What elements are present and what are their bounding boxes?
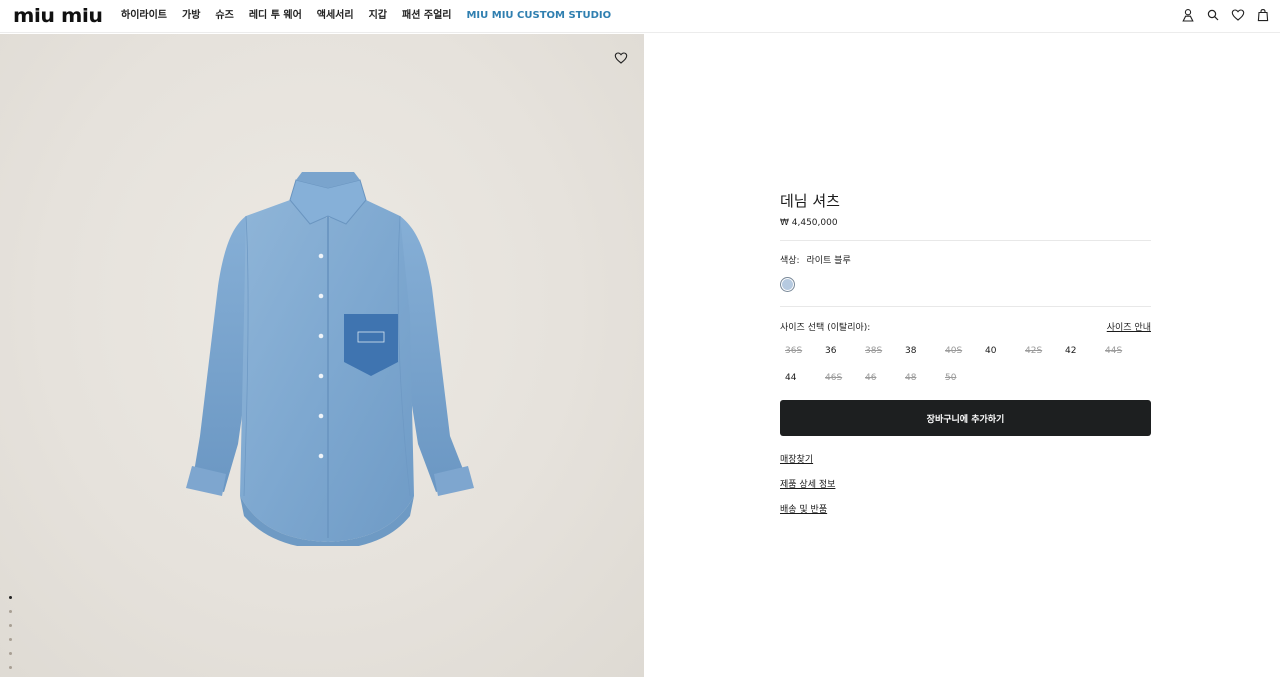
size-option[interactable]: 44S	[1100, 345, 1140, 357]
size-option[interactable]: 38S	[860, 345, 900, 357]
gallery-dot-3[interactable]	[9, 624, 12, 627]
gallery-dot-4[interactable]	[9, 638, 12, 641]
size-selector: 36S 36 38S 38 40S 40 42S 42 44S 44 46S 4…	[780, 345, 1151, 384]
color-row: 색상: 라이트 블루	[780, 255, 1151, 267]
size-header: 사이즈 선택 (이탈리아): 사이즈 안내	[780, 322, 1151, 334]
site-header: miu miu 하이라이트 가방 슈즈 레디 투 웨어 액세서리 지갑 패션 주…	[0, 0, 1280, 33]
color-value: 라이트 블루	[806, 256, 851, 266]
main-nav: 하이라이트 가방 슈즈 레디 투 웨어 액세서리 지갑 패션 주얼리 MIU M…	[121, 10, 626, 22]
product-title: 데님 셔츠	[780, 192, 840, 210]
add-to-cart-button[interactable]: 장바구니에 추가하기	[780, 400, 1151, 436]
size-option[interactable]: 36S	[780, 345, 820, 357]
nav-item-bags[interactable]: 가방	[182, 10, 200, 22]
size-option[interactable]: 36	[820, 345, 860, 357]
size-option[interactable]: 38	[900, 345, 940, 357]
size-option[interactable]: 40	[980, 345, 1020, 357]
size-option[interactable]: 42S	[1020, 345, 1060, 357]
size-option[interactable]: 40S	[940, 345, 980, 357]
nav-item-ready-to-wear[interactable]: 레디 투 웨어	[249, 10, 302, 22]
gallery-dot-2[interactable]	[9, 610, 12, 613]
gallery-dot-1[interactable]	[9, 596, 12, 599]
user-icon[interactable]	[1181, 8, 1195, 22]
nav-item-custom-studio[interactable]: MIU MIU CUSTOM STUDIO	[466, 10, 611, 22]
nav-item-shoes[interactable]: 슈즈	[215, 10, 233, 22]
heart-icon[interactable]	[1231, 8, 1245, 22]
size-option[interactable]: 48	[900, 372, 940, 384]
divider	[780, 306, 1151, 307]
gallery-pagination	[9, 596, 12, 669]
color-swatch-light-blue[interactable]	[780, 277, 795, 292]
brand-logo[interactable]: miu miu	[13, 7, 103, 26]
store-finder-link[interactable]: 매장찾기	[780, 454, 813, 466]
gallery-dot-5[interactable]	[9, 652, 12, 655]
size-option[interactable]: 42	[1060, 345, 1100, 357]
denim-shirt-image	[186, 172, 474, 546]
gallery-dot-6[interactable]	[9, 666, 12, 669]
divider	[780, 240, 1151, 241]
nav-item-highlights[interactable]: 하이라이트	[121, 10, 167, 22]
product-info: 데님 셔츠 ₩ 4,450,000 색상: 라이트 블루 사이즈 선택 (이탈리…	[780, 190, 1151, 516]
nav-item-accessories[interactable]: 액세서리	[317, 10, 354, 22]
product-image-gallery[interactable]	[0, 34, 644, 677]
nav-item-fashion-jewelry[interactable]: 패션 주얼리	[402, 10, 451, 22]
add-to-wishlist-icon[interactable]	[614, 51, 628, 65]
size-label: 사이즈 선택 (이탈리아):	[780, 323, 871, 333]
size-option[interactable]: 44	[780, 372, 820, 384]
header-icons	[1181, 8, 1270, 22]
shipping-returns-link[interactable]: 배송 및 반품	[780, 504, 827, 516]
shopping-bag-icon[interactable]	[1256, 8, 1270, 22]
color-label: 색상:	[780, 256, 800, 266]
search-icon[interactable]	[1206, 8, 1220, 22]
size-option[interactable]: 50	[940, 372, 980, 384]
nav-item-wallets[interactable]: 지갑	[369, 10, 387, 22]
product-links: 매장찾기 제품 상세 정보 배송 및 반품	[780, 454, 1151, 516]
size-option[interactable]: 46	[860, 372, 900, 384]
product-details-link[interactable]: 제품 상세 정보	[780, 479, 835, 491]
size-guide-link[interactable]: 사이즈 안내	[1107, 322, 1151, 334]
size-option[interactable]: 46S	[820, 372, 860, 384]
product-price: ₩ 4,450,000	[780, 218, 838, 228]
